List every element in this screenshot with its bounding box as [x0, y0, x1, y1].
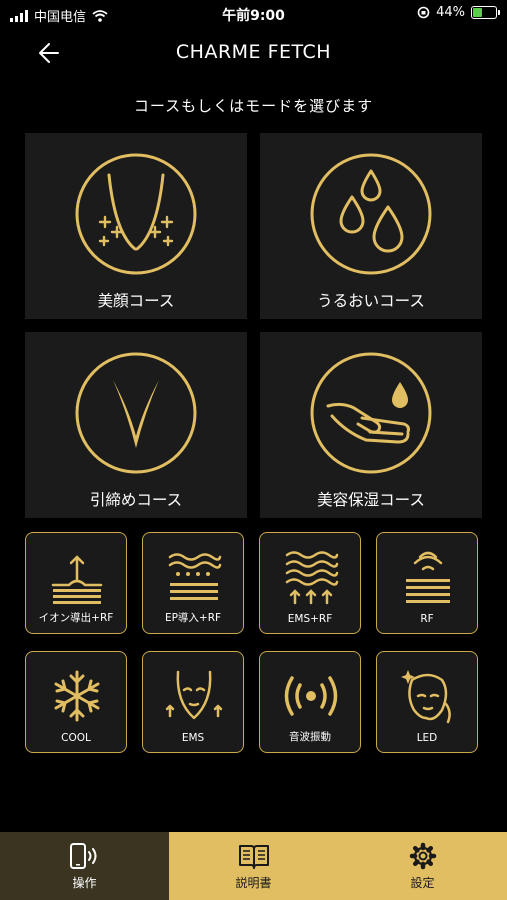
mode-label: イオン導出+RF [38, 612, 114, 624]
ems-face-icon [165, 670, 223, 720]
page-title: CHARME FETCH [175, 41, 332, 63]
mode-label: 音波振動 [289, 731, 331, 743]
mode-label: COOL [61, 732, 91, 744]
course-label: 美容保湿コース [317, 491, 425, 509]
mode-label: RF [420, 613, 434, 625]
battery-icon [471, 6, 500, 19]
tab-label: 説明書 [235, 876, 272, 890]
tab-manual[interactable]: 説明書 [169, 832, 338, 900]
v-line-icon [75, 352, 197, 474]
mode-button-ion[interactable]: イオン導出+RF [25, 532, 127, 634]
mode-label: LED [416, 732, 438, 744]
mode-button-ems[interactable]: EMS [142, 651, 244, 753]
mode-button-rf[interactable]: RF [376, 532, 478, 634]
mode-label: EMS [181, 732, 205, 744]
tab-settings[interactable]: 設定 [338, 832, 507, 900]
course-card-face[interactable]: 美顔コース [25, 133, 247, 319]
water-drops-icon [310, 153, 432, 275]
mode-label: EMS+RF [287, 613, 333, 625]
course-card-moisture[interactable]: うるおいコース [260, 133, 482, 319]
snowflake-icon [54, 670, 100, 722]
battery-percent: 44% [436, 5, 465, 20]
mode-button-cool[interactable]: COOL [25, 651, 127, 753]
ems-rf-icon [285, 551, 339, 605]
sonic-vibration-icon [284, 676, 338, 716]
status-bar: 中国电信 午前9:00 44% [0, 0, 507, 28]
mode-label: EP導入+RF [164, 612, 222, 624]
led-face-icon [401, 670, 451, 724]
rf-icon [406, 551, 450, 603]
ep-in-icon [168, 553, 222, 600]
mode-button-ep[interactable]: EP導入+RF [142, 532, 244, 634]
tab-operation[interactable]: 操作 [0, 832, 169, 900]
ion-out-icon [51, 555, 103, 604]
instruction-text: コースもしくはモードを選びます [133, 97, 374, 115]
course-card-firming[interactable]: 引締めコース [25, 332, 247, 518]
face-contour-icon [75, 153, 197, 275]
book-icon [238, 845, 269, 869]
course-label: うるおいコース [317, 292, 425, 310]
hand-drop-icon [310, 352, 432, 474]
tab-bar: 操作 説明書 設定 [0, 832, 507, 900]
tab-label: 操作 [72, 876, 97, 890]
gear-icon [409, 842, 436, 870]
mode-button-sonic[interactable]: 音波振動 [259, 651, 361, 753]
course-label: 美顔コース [97, 292, 175, 310]
phone-signal-icon [69, 843, 96, 869]
course-card-beauty-moisture[interactable]: 美容保湿コース [260, 332, 482, 518]
tab-label: 設定 [410, 876, 435, 890]
mode-button-ems-rf[interactable]: EMS+RF [259, 532, 361, 634]
mode-button-led[interactable]: LED [376, 651, 478, 753]
course-label: 引締めコース [89, 491, 183, 509]
orientation-lock-icon [417, 6, 430, 19]
